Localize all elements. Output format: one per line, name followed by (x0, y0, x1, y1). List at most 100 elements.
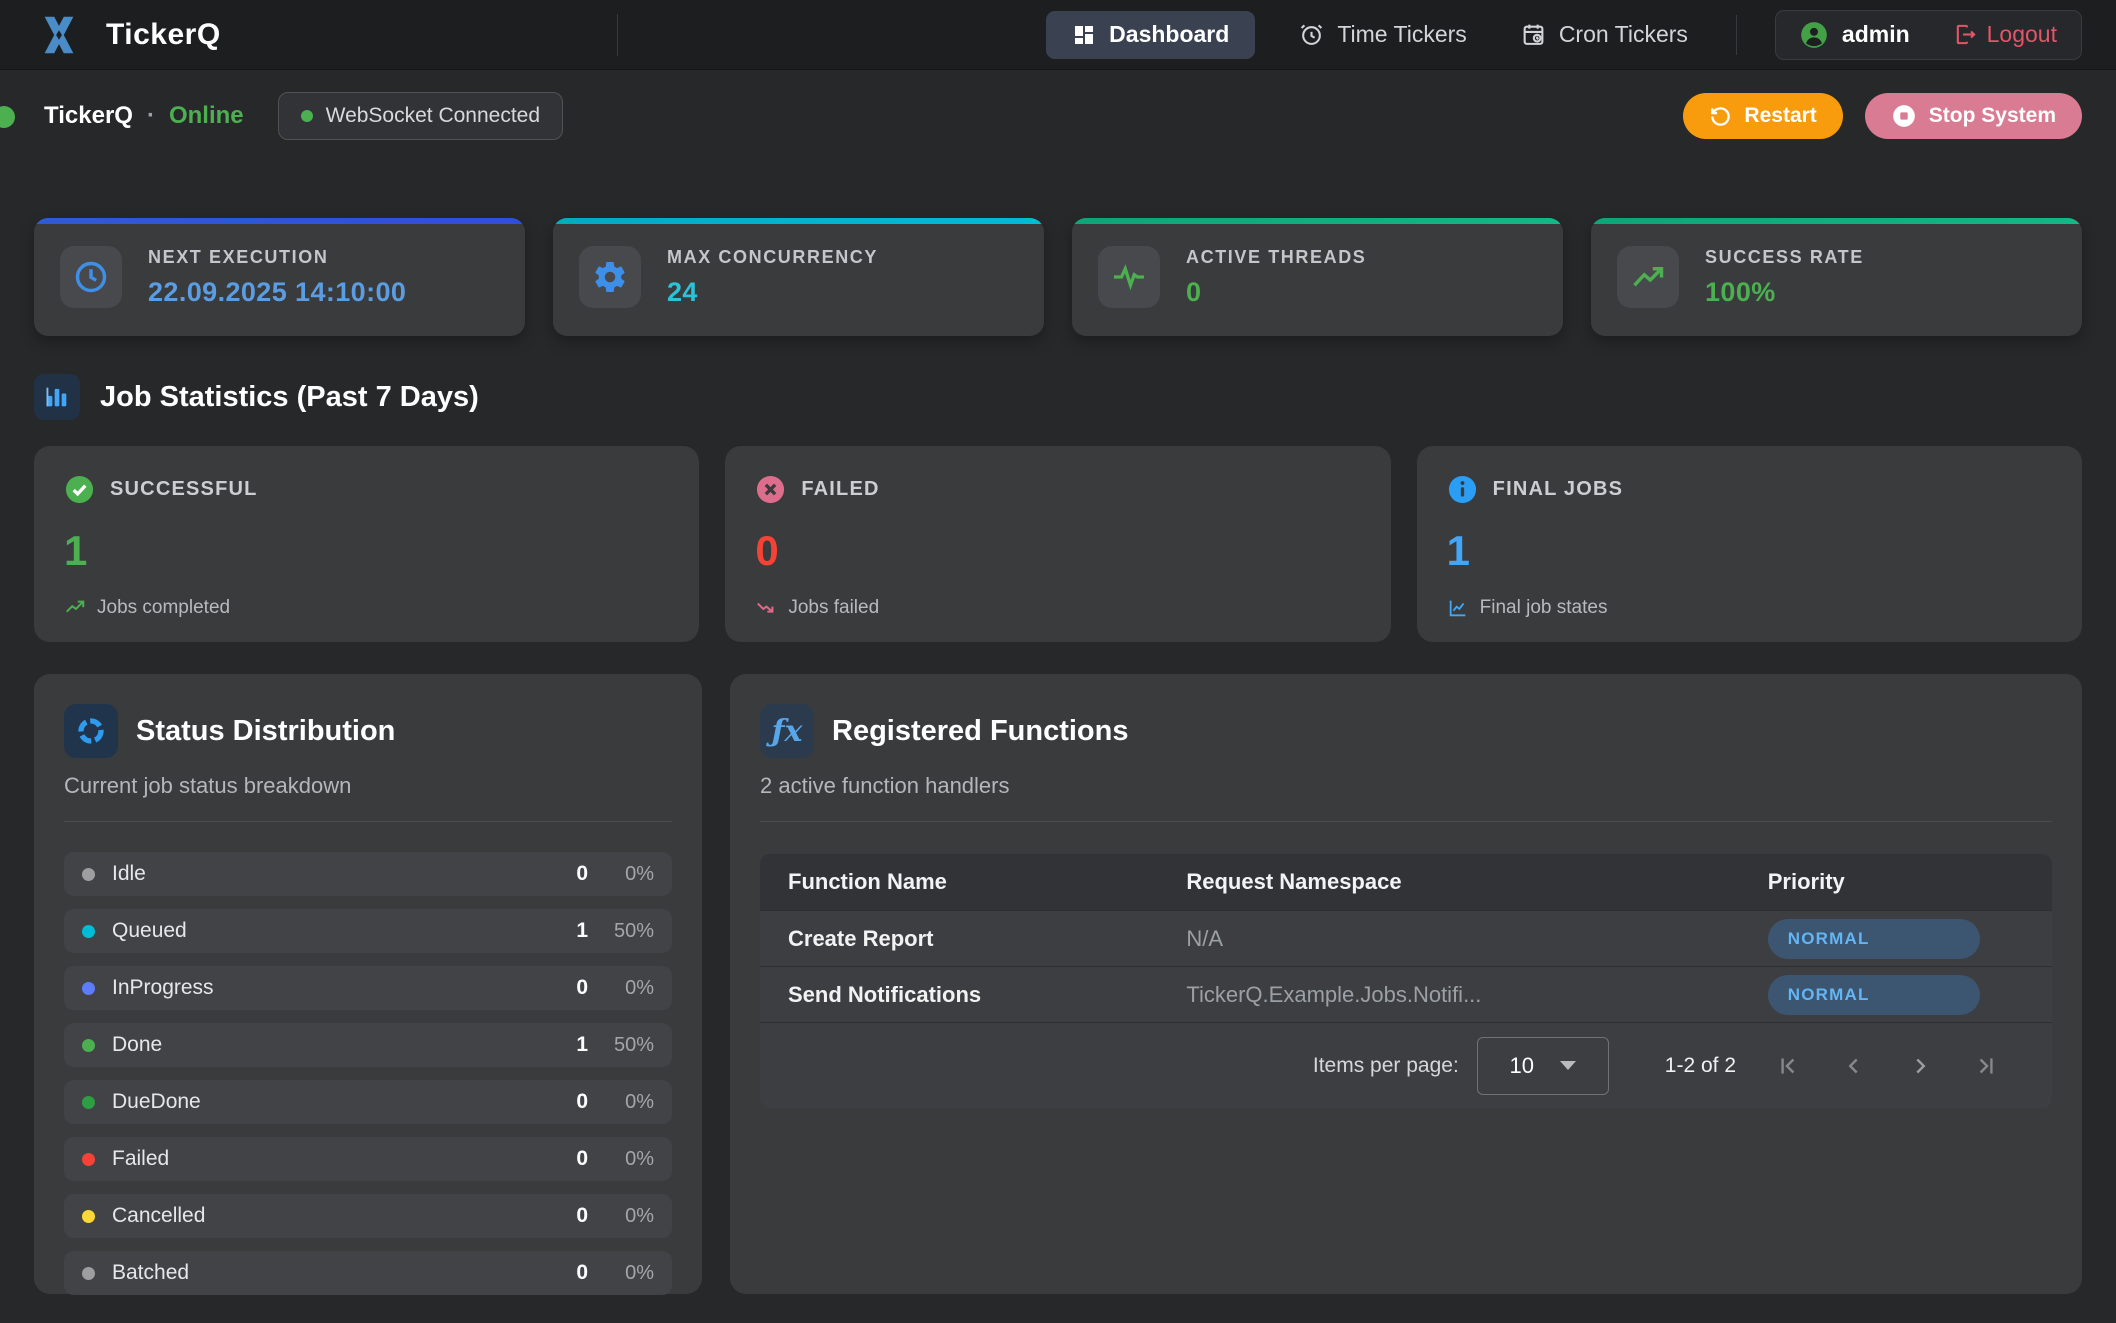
pagination-range: 1-2 of 2 (1665, 1054, 1736, 1078)
tab-dashboard[interactable]: Dashboard (1046, 11, 1255, 59)
job-card-value: 1 (64, 527, 669, 575)
job-card-label: FAILED (801, 478, 879, 501)
status-percent: 0% (588, 863, 654, 886)
websocket-label: WebSocket Connected (326, 104, 540, 128)
status-label: InProgress (112, 976, 214, 1000)
divider (760, 821, 2052, 822)
status-row-idle: Idle 0 0% (64, 852, 672, 896)
job-card-final-jobs: FINAL JOBS 1 Final job states (1417, 446, 2082, 642)
status-dot (82, 925, 95, 938)
namespace-cell: TickerQ.Example.Jobs.Notifi... (1186, 982, 1767, 1008)
status-count: 0 (576, 1204, 588, 1228)
nav-tabs: Dashboard Time Tickers Cron Tickers (1046, 11, 1698, 59)
next-page-button[interactable] (1894, 1040, 1946, 1092)
x-circle-icon (755, 474, 786, 505)
status-dot (82, 1153, 95, 1166)
status-dot (82, 982, 95, 995)
status-dot (82, 868, 95, 881)
donut-chart-icon (64, 704, 118, 758)
table-pagination: Items per page: 10 1-2 of 2 (760, 1022, 2052, 1108)
status-row-queued: Queued 1 50% (64, 909, 672, 953)
stat-card-success-rate: SUCCESS RATE 100% (1591, 218, 2082, 336)
line-chart-icon (1447, 597, 1469, 619)
column-priority: Priority (1768, 869, 2052, 895)
status-label: Queued (112, 919, 187, 943)
logo-x-icon (36, 12, 82, 58)
logout-icon (1954, 23, 1977, 46)
status-row-failed: Failed 0 0% (64, 1137, 672, 1181)
page-size-value: 10 (1510, 1053, 1534, 1079)
stat-label: SUCCESS RATE (1705, 247, 1864, 268)
stat-value: 100% (1705, 277, 1864, 308)
status-percent: 0% (588, 1262, 654, 1285)
restart-button[interactable]: Restart (1683, 93, 1842, 139)
user-avatar-icon (1800, 21, 1828, 49)
functions-table: Function Name Request Namespace Priority… (760, 854, 2052, 1108)
status-distribution-panel: Status Distribution Current job status b… (34, 674, 702, 1294)
priority-badge: NORMAL (1768, 919, 1980, 959)
status-label: Idle (112, 862, 146, 886)
function-fx-icon: ƒx (760, 704, 814, 758)
stat-card-next-execution: NEXT EXECUTION 22.09.2025 14:10:00 (34, 218, 525, 336)
system-status-dot (0, 106, 15, 128)
priority-badge: NORMAL (1768, 975, 1980, 1015)
status-percent: 0% (588, 1148, 654, 1171)
stat-label: MAX CONCURRENCY (667, 247, 878, 268)
stat-card-active-threads: ACTIVE THREADS 0 (1072, 218, 1563, 336)
status-row-cancelled: Cancelled 0 0% (64, 1194, 672, 1238)
stat-label: NEXT EXECUTION (148, 247, 406, 268)
tab-cron-tickers[interactable]: Cron Tickers (1511, 11, 1698, 59)
table-row-send-notifications: Send Notifications TickerQ.Example.Jobs.… (760, 966, 2052, 1022)
page-size-select[interactable]: 10 (1477, 1037, 1609, 1095)
statusbar-separator: · (147, 102, 155, 130)
bottom-panels: Status Distribution Current job status b… (34, 674, 2082, 1294)
info-circle-icon (1447, 474, 1478, 505)
status-percent: 0% (588, 1205, 654, 1228)
column-function-name: Function Name (760, 869, 1186, 895)
alarm-clock-icon (1299, 22, 1324, 47)
job-card-label: SUCCESSFUL (110, 478, 258, 501)
job-card-caption: Final job states (1480, 597, 1608, 619)
gear-sync-icon (579, 246, 641, 308)
status-count: 0 (576, 1261, 588, 1285)
restart-label: Restart (1744, 104, 1816, 128)
status-label: Batched (112, 1261, 189, 1285)
job-stats-cards: SUCCESSFUL 1 Jobs completed FAILED 0 (34, 446, 2082, 642)
calendar-clock-icon (1521, 22, 1546, 47)
status-percent: 0% (588, 1091, 654, 1114)
navbar-divider-2 (1736, 15, 1737, 55)
namespace-cell: N/A (1186, 926, 1767, 952)
previous-page-button[interactable] (1828, 1040, 1880, 1092)
logout-button[interactable]: Logout (1954, 21, 2057, 48)
stat-value: 22.09.2025 14:10:00 (148, 277, 406, 308)
function-name-cell: Send Notifications (760, 982, 1186, 1008)
stat-value: 0 (1186, 277, 1366, 308)
status-label: Cancelled (112, 1204, 205, 1228)
status-label: DueDone (112, 1090, 201, 1114)
status-count: 0 (576, 862, 588, 886)
bar-chart-icon (34, 374, 80, 420)
clock-icon (60, 246, 122, 308)
user-chip: admin Logout (1775, 10, 2082, 60)
trend-down-icon (755, 597, 777, 619)
check-circle-icon (64, 474, 95, 505)
chevron-down-icon (1560, 1061, 1576, 1070)
stop-system-button[interactable]: Stop System (1865, 93, 2082, 139)
status-label: Failed (112, 1147, 169, 1171)
last-page-button[interactable] (1960, 1040, 2012, 1092)
first-page-button[interactable] (1762, 1040, 1814, 1092)
divider (64, 821, 672, 822)
pager-buttons (1762, 1040, 2012, 1092)
tab-cron-tickers-label: Cron Tickers (1559, 21, 1688, 48)
column-request-namespace: Request Namespace (1186, 869, 1767, 895)
job-card-caption: Jobs failed (788, 597, 879, 619)
trending-up-icon (1617, 246, 1679, 308)
job-card-failed: FAILED 0 Jobs failed (725, 446, 1390, 642)
navbar-divider (617, 14, 618, 56)
tab-time-tickers[interactable]: Time Tickers (1289, 11, 1477, 59)
status-dot (82, 1096, 95, 1109)
panel-subtitle: 2 active function handlers (760, 773, 2052, 799)
tickerq-logo[interactable] (34, 10, 84, 60)
status-percent: 50% (588, 1034, 654, 1057)
logout-label: Logout (1987, 21, 2057, 48)
